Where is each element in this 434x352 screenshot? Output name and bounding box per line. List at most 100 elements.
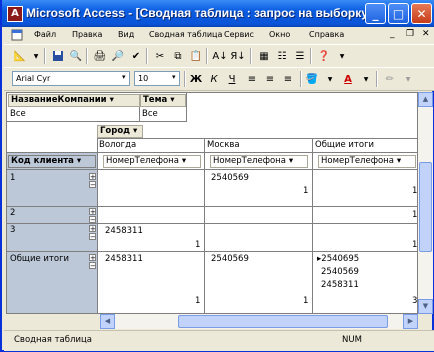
fill-color-icon[interactable]: 🪣	[304, 71, 320, 87]
scroll-down-icon[interactable]: ▼	[418, 299, 433, 314]
fill-dropdown-icon[interactable]: ▼	[322, 71, 338, 87]
scroll-right-icon[interactable]: ▶	[403, 314, 418, 329]
collapse-icon[interactable]: −	[89, 233, 96, 241]
cell-vologda-value: 2458311	[105, 226, 143, 236]
vertical-scrollbar[interactable]: ▲ ▼	[418, 92, 433, 314]
cell-total-count: 1	[412, 210, 418, 220]
cell-total-count: 3	[412, 296, 418, 306]
row-field-client-code[interactable]: Код клиента ▾	[8, 155, 96, 168]
data-field-phone-total[interactable]: НомерТелефона ▾	[318, 155, 416, 168]
window-title: Microsoft Access - [Сводная таблица : за…	[26, 6, 372, 20]
filter-field-topic[interactable]: Тема ▾	[140, 94, 186, 107]
data-field-phone-vologda[interactable]: НомерТелефона ▾	[103, 155, 201, 168]
view-icon[interactable]: 📐	[12, 48, 28, 64]
spelling-icon[interactable]: ✔	[128, 48, 144, 64]
cell-moscow-count: 1	[303, 296, 309, 306]
filter-value-company: Все	[10, 109, 26, 119]
menu-file[interactable]: Файл	[34, 30, 56, 39]
document-icon[interactable]	[11, 29, 23, 41]
row-key-3: 3	[10, 225, 16, 235]
italic-button[interactable]: К	[206, 71, 222, 87]
cell-total-value: ▸2540695	[317, 254, 360, 264]
city-header-moscow: Москва	[207, 140, 240, 150]
print-preview-icon[interactable]: 🔎	[110, 48, 126, 64]
cell-total-value: 2458311	[321, 280, 359, 290]
vertical-scroll-thumb[interactable]	[419, 162, 432, 252]
align-left-icon[interactable]: ≡	[244, 71, 260, 87]
font-dropdown-icon[interactable]: ▾	[122, 73, 126, 81]
sort-ascending-icon[interactable]: A↓	[212, 48, 228, 64]
cell-total-count: 1	[412, 240, 418, 250]
mdi-restore-button[interactable]: ❐	[406, 29, 414, 39]
paste-icon[interactable]: 📋	[188, 48, 204, 64]
copy-icon[interactable]: ⧉	[170, 48, 186, 64]
menu-edit[interactable]: Правка	[72, 30, 102, 39]
sort-descending-icon[interactable]: Я↓	[230, 48, 246, 64]
cell-moscow-value: 2540569	[211, 173, 249, 183]
collapse-icon[interactable]: −	[89, 216, 96, 224]
pivot-table: НазваниеКомпании ▾ Тема ▾ Все Все Город …	[6, 92, 418, 314]
horizontal-scroll-thumb[interactable]	[178, 315, 388, 328]
properties-icon[interactable]: ☰	[292, 48, 308, 64]
standard-toolbar: 📐 ▼ 🔍 🖨 🔎 ✔ ✂ ⧉ 📋 A↓ Я↓ ▦ ☷ ☰ ❓ ▼	[4, 44, 434, 68]
filter-field-company[interactable]: НазваниеКомпании ▾	[8, 94, 140, 107]
scroll-up-icon[interactable]: ▲	[418, 92, 433, 107]
cell-moscow-value: 2540569	[211, 254, 249, 264]
cell-vologda-value: 2458311	[105, 254, 143, 264]
align-right-icon[interactable]: ≡	[280, 71, 296, 87]
status-text: Сводная таблица	[14, 335, 92, 345]
save-icon[interactable]	[50, 48, 66, 64]
horizontal-scrollbar[interactable]: ◀ ▶	[100, 314, 418, 329]
font-name-combo[interactable]: Arial Cyr	[12, 71, 130, 86]
menu-help[interactable]: Справка	[309, 30, 344, 39]
view-dropdown-icon[interactable]: ▼	[28, 48, 44, 64]
help-icon[interactable]: ❓	[316, 48, 332, 64]
help-dropdown-icon[interactable]: ▼	[334, 48, 350, 64]
pivot-view-icon[interactable]: ▦	[256, 48, 272, 64]
field-list-icon[interactable]: ☷	[274, 48, 290, 64]
data-field-phone-moscow[interactable]: НомерТелефона ▾	[210, 155, 308, 168]
font-color-dropdown-icon[interactable]: ▼	[358, 71, 374, 87]
bold-button[interactable]: Ж	[188, 71, 204, 87]
search-icon[interactable]: 🔍	[68, 48, 84, 64]
format-toolbar: Arial Cyr ▾ 10 ▾ Ж К Ч ≡ ≡ ≡ 🪣 ▼ A ▼ ✏ ▼	[4, 67, 434, 91]
scroll-left-icon[interactable]: ◀	[100, 314, 115, 329]
expand-icon[interactable]: +	[89, 173, 96, 181]
filter-value-topic: Все	[142, 109, 158, 119]
city-header-total: Общие итоги	[315, 140, 375, 150]
underline-button[interactable]: Ч	[224, 71, 240, 87]
mdi-close-button[interactable]: ✕	[422, 29, 430, 39]
menu-pivot[interactable]: Сводная таблица	[149, 30, 222, 39]
access-window: A Microsoft Access - [Сводная таблица : …	[0, 0, 434, 352]
collapse-icon[interactable]: −	[89, 181, 96, 189]
cell-vologda-count: 1	[195, 296, 201, 306]
cell-moscow-count: 1	[303, 186, 309, 196]
print-icon[interactable]: 🖨	[92, 48, 108, 64]
collapse-icon[interactable]: −	[89, 262, 96, 270]
row-key-grand-total: Общие итоги	[10, 254, 70, 264]
menu-tools[interactable]: Сервис	[224, 30, 254, 39]
size-dropdown-icon[interactable]: ▾	[172, 73, 176, 81]
cell-vologda-count: 1	[195, 240, 201, 250]
row-key-1: 1	[10, 173, 16, 183]
column-field-city[interactable]: Город ▾	[97, 125, 143, 138]
expand-icon[interactable]: +	[89, 208, 96, 216]
expand-icon[interactable]: +	[89, 254, 96, 262]
menu-window[interactable]: Окно	[269, 30, 290, 39]
maximize-button[interactable]: □	[388, 3, 409, 24]
access-app-icon[interactable]: A	[7, 6, 23, 22]
align-center-icon[interactable]: ≡	[262, 71, 278, 87]
line-color-icon[interactable]: ✏	[382, 71, 398, 87]
menu-view[interactable]: Вид	[118, 30, 134, 39]
line-dropdown-icon[interactable]: ▼	[400, 71, 416, 87]
status-bar: Сводная таблица NUM	[4, 330, 434, 351]
minimize-button[interactable]: _	[365, 3, 386, 24]
expand-icon[interactable]: +	[89, 225, 96, 233]
cell-total-value: 2540569	[321, 267, 359, 277]
mdi-minimize-button[interactable]: _	[390, 29, 395, 39]
cut-icon[interactable]: ✂	[152, 48, 168, 64]
num-lock-indicator: NUM	[342, 335, 362, 345]
close-button[interactable]: ✕	[411, 3, 432, 24]
font-color-icon[interactable]: A	[340, 71, 356, 87]
menu-bar: Файл Правка Вид Сводная таблица Сервис О…	[4, 27, 434, 44]
